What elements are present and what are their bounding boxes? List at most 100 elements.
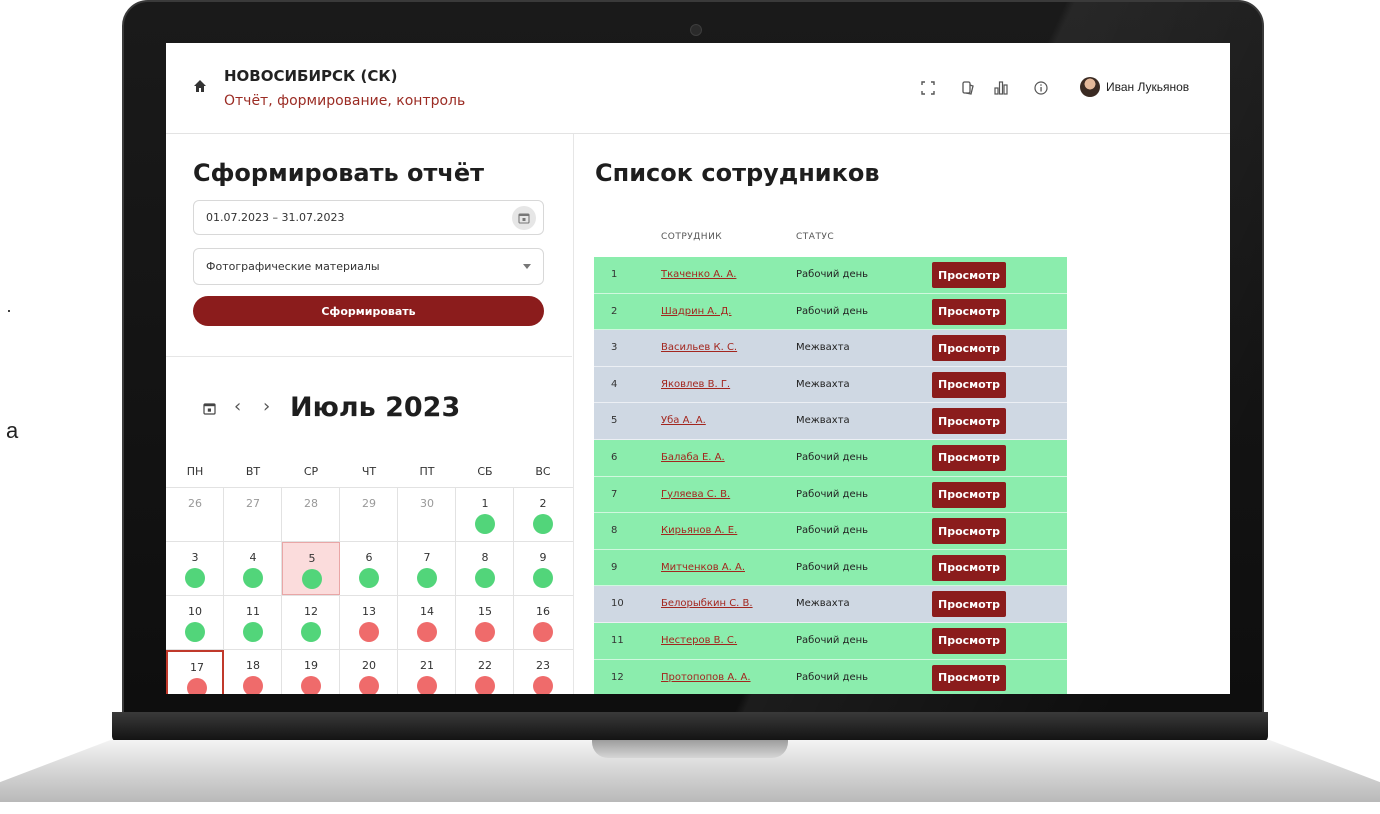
calendar-day[interactable]: 7 [398,542,456,595]
employee-name-link[interactable]: Нестеров В. С. [661,635,737,646]
date-range-value: 01.07.2023 – 31.07.2023 [206,211,345,224]
view-button[interactable]: Просмотр [932,335,1006,362]
calendar-day[interactable]: 6 [340,542,398,595]
employee-name-link[interactable]: Белорыбкин С. В. [661,598,753,609]
calendar-day[interactable]: 26 [166,488,224,541]
employee-status: Рабочий день [796,634,869,646]
employees-title: Список сотрудников [595,159,880,187]
row-number: 4 [611,378,618,390]
home-icon[interactable] [193,79,207,93]
employee-name-link[interactable]: Васильев К. С. [661,342,737,353]
row-number: 5 [611,415,618,427]
report-panel: Сформировать отчёт 01.07.2023 – 31.07.20… [166,134,574,694]
employee-name-link[interactable]: Ткаченко А. А. [661,269,736,280]
calendar-day[interactable]: 21 [398,650,456,694]
calendar-icon[interactable] [203,402,216,415]
calendar-day[interactable]: 2 [514,488,572,541]
employee-name-link[interactable]: Шадрин А. Д. [661,306,732,317]
chevron-right-icon[interactable]: › [263,396,270,417]
calendar-day[interactable]: 19 [282,650,340,694]
report-title: Сформировать отчёт [193,159,485,187]
calendar-day-number: 29 [362,497,376,510]
date-range-field[interactable]: 01.07.2023 – 31.07.2023 [193,200,544,235]
employee-name-link[interactable]: Гуляева С. В. [661,489,730,500]
calendar-day-number: 30 [420,497,434,510]
report-type-select[interactable]: Фотографические материалы [193,248,544,285]
user-name[interactable]: Иван Лукьянов [1106,80,1189,94]
calendar-day[interactable]: 1 [456,488,514,541]
weekday-label: ЧТ [361,465,377,478]
row-number: 9 [611,561,618,573]
laptop-hinge [112,712,1268,742]
page-subtitle: Отчёт, формирование, контроль [224,93,466,109]
employee-name-link[interactable]: Балаба Е. А. [661,452,725,463]
calendar-day[interactable]: 30 [398,488,456,541]
calendar-icon [518,213,530,224]
calendar-day[interactable]: 28 [282,488,340,541]
calendar-day[interactable]: 8 [456,542,514,595]
date-picker-button[interactable] [512,206,536,230]
calendar-day-number: 6 [365,551,373,564]
employee-name-link[interactable]: Протопопов А. А. [661,672,751,683]
generate-report-button[interactable]: Сформировать [193,296,544,326]
documents-icon[interactable] [961,81,975,95]
calendar-day[interactable]: 9 [514,542,572,595]
view-button[interactable]: Просмотр [932,627,1006,654]
row-number: 2 [611,305,618,317]
calendar-day[interactable]: 5 [282,542,340,595]
stray-letter: а [6,418,19,443]
calendar-day[interactable]: 11 [224,596,282,649]
row-number: 12 [611,671,624,683]
view-button[interactable]: Просмотр [932,554,1006,581]
view-button[interactable]: Просмотр [932,591,1006,618]
table-row: 3 Васильев К. С. Межвахта Просмотр [594,330,1067,367]
chevron-down-icon [523,264,531,269]
calendar-day[interactable]: 10 [166,596,224,649]
employee-name-link[interactable]: Уба А. А. [661,415,706,426]
calendar-day[interactable]: 4 [224,542,282,595]
fullscreen-icon[interactable] [921,81,935,95]
view-button[interactable]: Просмотр [932,408,1006,435]
chevron-left-icon[interactable]: ‹ [234,396,241,417]
calendar-day-number: 17 [190,661,204,674]
status-dot-problem [301,676,321,694]
view-button[interactable]: Просмотр [932,518,1006,545]
view-button[interactable]: Просмотр [932,481,1006,508]
calendar-day[interactable]: 23 [514,650,572,694]
calendar-day-number: 11 [246,605,260,618]
status-dot-ok [243,622,263,642]
view-button[interactable]: Просмотр [932,262,1006,288]
calendar-day-number: 20 [362,659,376,672]
calendar-day[interactable]: 15 [456,596,514,649]
stats-icon[interactable] [994,81,1008,95]
status-dot-problem [417,622,437,642]
laptop-opening-notch [592,740,788,758]
calendar-day[interactable]: 29 [340,488,398,541]
employee-name-link[interactable]: Митченков А. А. [661,562,745,573]
calendar-day[interactable]: 13 [340,596,398,649]
calendar-day[interactable]: 16 [514,596,572,649]
view-button[interactable]: Просмотр [932,298,1006,325]
calendar-day[interactable]: 12 [282,596,340,649]
view-button[interactable]: Просмотр [932,371,1006,398]
calendar-day[interactable]: 17 [166,650,224,694]
calendar-day[interactable]: 14 [398,596,456,649]
view-button[interactable]: Просмотр [932,664,1006,691]
calendar-day-number: 9 [539,551,547,564]
status-dot-ok [359,568,379,588]
employees-table: 1 Ткаченко А. А. Рабочий день Просмотр 2 Шадр… [594,257,1067,694]
view-button[interactable]: Просмотр [932,444,1006,471]
employee-name-link[interactable]: Кирьянов А. Е. [661,525,737,536]
row-number: 6 [611,451,618,463]
employee-status: Межвахта [796,598,850,610]
info-icon[interactable] [1034,81,1048,95]
calendar-day[interactable]: 3 [166,542,224,595]
calendar-day-number: 8 [481,551,489,564]
calendar-day[interactable]: 22 [456,650,514,694]
avatar[interactable] [1080,77,1100,97]
calendar-day-number: 22 [478,659,492,672]
calendar-day[interactable]: 27 [224,488,282,541]
calendar-day[interactable]: 18 [224,650,282,694]
employee-name-link[interactable]: Яковлев В. Г. [661,379,730,390]
calendar-day[interactable]: 20 [340,650,398,694]
